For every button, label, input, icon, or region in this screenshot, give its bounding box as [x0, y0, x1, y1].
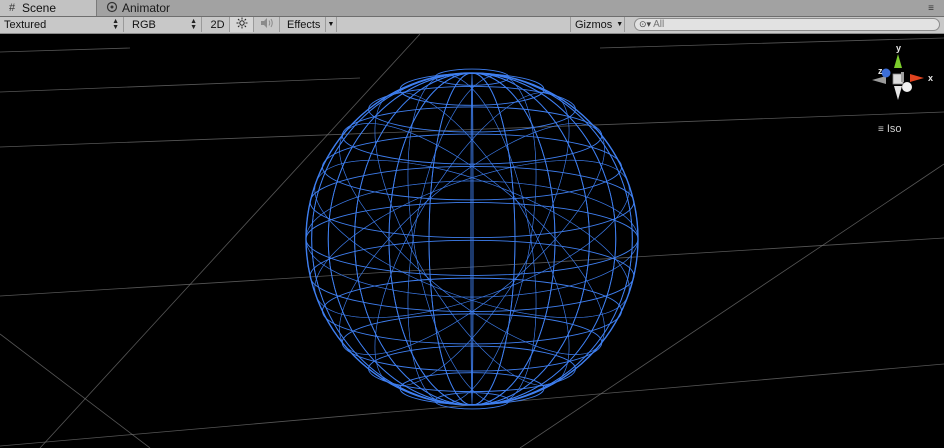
- grid-line: [0, 47, 131, 53]
- tab-animator-label: Animator: [122, 1, 171, 15]
- sphere-latitude-ring: [321, 133, 623, 201]
- neg-y-axis-cone[interactable]: [894, 86, 902, 100]
- updown-arrow-icon: ▲ ▼: [112, 18, 119, 31]
- sphere-triangulation-ring: [305, 180, 639, 298]
- gizmos-dropdown[interactable]: Gizmos ▼: [570, 17, 625, 32]
- draw-mode-dropdown[interactable]: Textured ▲ ▼: [0, 17, 124, 32]
- sphere-triangulation-ring: [407, 74, 537, 404]
- axis-x-label: x: [928, 73, 933, 83]
- sun-icon: [236, 17, 248, 32]
- render-mode-value: RGB: [132, 18, 156, 31]
- neg-x-axis-cone[interactable]: [872, 76, 886, 84]
- neg-z-axis-cone[interactable]: [902, 82, 912, 92]
- sphere-longitude-ring: [388, 72, 556, 406]
- sphere-triangulation-ring: [314, 159, 630, 319]
- sphere-triangulation-ring: [374, 92, 570, 386]
- speaker-icon: [260, 17, 274, 32]
- sphere-triangulation-ring: [407, 74, 537, 404]
- animator-icon: [105, 1, 119, 15]
- render-mode-dropdown[interactable]: RGB ▲ ▼: [128, 17, 202, 32]
- sphere-triangulation-ring: [314, 159, 630, 319]
- lighting-toggle-button[interactable]: [230, 17, 254, 32]
- grid-line: [519, 163, 944, 448]
- updown-arrow-icon: ▲ ▼: [190, 18, 197, 31]
- tab-scene[interactable]: # Scene: [0, 0, 97, 16]
- sphere-longitude-ring: [428, 72, 516, 406]
- sphere-longitude-ring: [311, 72, 633, 406]
- sphere-latitude-ring: [341, 313, 603, 372]
- ground-grid: [0, 34, 944, 448]
- x-axis-cone[interactable]: [910, 74, 924, 82]
- sphere-triangulation-ring: [374, 92, 570, 386]
- effects-dropdown-button[interactable]: ▼: [326, 17, 337, 32]
- scene-orientation-gizmo[interactable]: y z x: [866, 42, 940, 114]
- effects-label: Effects: [287, 18, 321, 31]
- sphere-triangulation-ring: [339, 123, 605, 355]
- projection-toggle[interactable]: ≡ Iso: [878, 123, 902, 135]
- axis-z-label: z: [878, 66, 883, 76]
- sphere-triangulation-ring: [374, 92, 570, 386]
- 2d-toggle-button[interactable]: 2D: [206, 17, 230, 32]
- sphere-wireframe: [305, 68, 639, 410]
- menu-lines-icon: ≡: [878, 123, 884, 135]
- z-axis-cone[interactable]: [881, 68, 891, 78]
- scene-render: [0, 34, 944, 448]
- 2d-toggle-label: 2D: [210, 18, 225, 31]
- sphere-longitude-ring: [327, 72, 617, 406]
- unity-scene-window: # Scene Animator ≡ Textured ▲ ▼ RGB ▲ ▼ 2D: [0, 0, 944, 448]
- sphere-triangulation-ring: [407, 74, 537, 404]
- grid-line: [0, 237, 944, 297]
- menu-lines-icon: ≡: [928, 2, 934, 14]
- grid-line: [0, 77, 361, 93]
- triangle-down-icon: ▼: [616, 21, 624, 28]
- y-axis-cone[interactable]: [894, 54, 902, 68]
- axis-y-label: y: [896, 43, 901, 53]
- sphere-latitude-ring: [321, 277, 623, 345]
- sphere-triangulation-ring: [339, 123, 605, 355]
- tab-animator[interactable]: Animator: [100, 0, 220, 16]
- hierarchy-search-field[interactable]: ⊙▾: [634, 18, 940, 31]
- scene-viewport[interactable]: [0, 34, 944, 448]
- grid-line: [0, 333, 151, 448]
- sphere-latitude-ring: [368, 85, 576, 133]
- effects-button[interactable]: Effects: [284, 17, 326, 32]
- grid-line: [39, 34, 421, 448]
- sphere-longitude-ring: [428, 72, 516, 406]
- sphere-longitude-ring: [327, 72, 617, 406]
- sphere-triangulation-ring: [374, 92, 570, 386]
- search-icon: ⊙▾: [639, 19, 652, 29]
- tab-scene-label: Scene: [22, 1, 57, 15]
- sphere-triangulation-ring: [407, 74, 537, 404]
- search-input[interactable]: [651, 19, 914, 30]
- sphere-latitude-ring: [341, 106, 603, 165]
- projection-label: Iso: [886, 123, 902, 135]
- panel-menu-button[interactable]: ≡: [924, 1, 938, 15]
- tab-bar: # Scene Animator ≡: [0, 0, 944, 17]
- sphere-longitude-ring: [388, 72, 556, 406]
- audio-toggle-button[interactable]: [254, 17, 280, 32]
- sphere-longitude-ring: [311, 72, 633, 406]
- grid-line: [0, 111, 944, 148]
- grid-icon: #: [8, 2, 16, 14]
- scene-toolbar: Textured ▲▼ RGB ▲▼ 2D Effects ▼ Gizmos: [0, 17, 944, 34]
- gizmos-label: Gizmos: [575, 18, 613, 31]
- draw-mode-value: Textured: [4, 18, 47, 31]
- sphere-longitude-ring: [470, 72, 474, 406]
- sphere-latitude-ring: [368, 345, 576, 393]
- triangle-down-icon: ▼: [327, 21, 335, 28]
